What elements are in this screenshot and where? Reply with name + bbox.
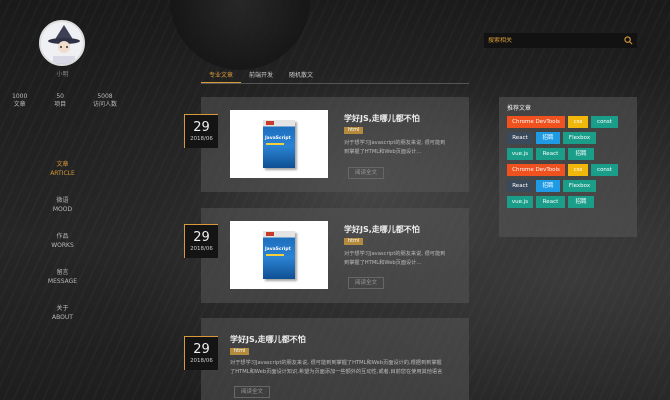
chip-row: Chrome DevTools css const [507, 116, 629, 128]
tab-professional[interactable]: 专业文章 [201, 70, 242, 83]
avatar-image [41, 22, 83, 64]
main-nav: 文章 ARTICLE 微语 MOOD 作品 WORKS 留言 MESSAGE 关… [0, 160, 125, 340]
tag-chip[interactable]: React [536, 148, 565, 160]
article-card[interactable]: 学好JS,走哪儿都不怕 html 对于想学习Javascript的朋友来说, 很… [201, 318, 469, 400]
chip-row: React 招聘 Flexbox [507, 180, 629, 192]
tag-chip[interactable]: 招聘 [536, 132, 560, 144]
article-excerpt: 对于想学习Javascript的朋友来说, 很可能到到掌握了HTML和Web页面… [344, 251, 446, 266]
article-title[interactable]: 学好JS,走哪儿都不怕 [344, 224, 420, 235]
search-box [484, 33, 637, 48]
tag-chip[interactable]: vue.js [507, 148, 533, 160]
date-year-month: 2018/06 [190, 136, 213, 142]
article-thumbnail[interactable]: JavaScript [230, 110, 328, 178]
stat-visitors: 5008 访问人数 [93, 93, 117, 109]
tag-chip[interactable]: css [568, 164, 588, 176]
article-excerpt: 对于想学习Javascript的朋友来说, 很可能到到掌握了HTML和Web页面… [344, 140, 446, 155]
stat-value: 50 [56, 93, 64, 100]
tag-chip[interactable]: Chrome DevTools [507, 116, 565, 128]
nav-item-about[interactable]: 关于 ABOUT [0, 304, 125, 340]
article-tag[interactable]: html [230, 348, 250, 355]
username: 小明 [56, 71, 69, 78]
article-tag[interactable]: html [344, 238, 364, 245]
date-day: 29 [193, 120, 210, 135]
article-card[interactable]: JavaScript 学好JS,走哪儿都不怕 html 对于想学习Javascr… [201, 208, 469, 303]
read-more-button[interactable]: 阅读全文 [348, 167, 384, 179]
recommended-chips: Chrome DevTools css const React 招聘 Flexbox vue… [507, 116, 629, 208]
article-tag[interactable]: html [344, 127, 364, 134]
nav-label-en: MOOD [52, 206, 73, 213]
nav-label-cn: 微语 [56, 197, 69, 204]
tag-chip[interactable]: React [507, 132, 533, 144]
article-thumbnail[interactable]: JavaScript [230, 221, 328, 289]
chip-row: React 招聘 Flexbox [507, 132, 629, 144]
tag-chip[interactable]: React [507, 180, 533, 192]
date-year-month: 2018/06 [190, 358, 213, 364]
chip-row: Chrome DevTools css const [507, 164, 629, 176]
nav-label-en: MESSAGE [47, 278, 78, 285]
book-cover-image: JavaScript [263, 120, 295, 168]
stat-articles: 1000 文章 [12, 93, 27, 109]
nav-label-cn: 作品 [56, 233, 69, 240]
tag-chip[interactable]: 招聘 [536, 180, 560, 192]
article-excerpt: 对于想学习Javascript的朋友来说, 很可能到到掌握了HTML和Web页面… [230, 360, 443, 375]
date-day: 29 [193, 342, 210, 357]
nav-label-en: ABOUT [52, 314, 73, 321]
nav-item-works[interactable]: 作品 WORKS [0, 232, 125, 268]
read-more-button[interactable]: 阅读全文 [348, 277, 384, 289]
recommended-panel: 推荐文章 Chrome DevTools css const React 招聘 Flexb… [499, 97, 637, 237]
tag-chip[interactable]: Flexbox [563, 180, 596, 192]
read-more-button[interactable]: 阅读全文 [234, 386, 270, 398]
tag-chip[interactable]: 招聘 [568, 148, 594, 160]
article-title[interactable]: 学好JS,走哪儿都不怕 [230, 334, 306, 345]
avatar[interactable] [39, 20, 85, 66]
date-badge: 29 2018/06 [184, 224, 218, 258]
article-title[interactable]: 学好JS,走哪儿都不怕 [344, 113, 420, 124]
sidebar: 小明 1000 文章 50 项目 5008 访问人数 文章 ARTICLE 微语… [0, 0, 125, 400]
nav-item-article[interactable]: 文章 ARTICLE [0, 160, 125, 196]
book-title: JavaScript [265, 136, 291, 141]
search-input[interactable] [488, 37, 624, 44]
tag-chip[interactable]: const [591, 116, 618, 128]
date-day: 29 [193, 230, 210, 245]
tag-chip[interactable]: 招聘 [568, 196, 594, 208]
profile-stats: 1000 文章 50 项目 5008 访问人数 [12, 93, 117, 109]
stat-value: 1000 [12, 93, 28, 100]
tag-chip[interactable]: const [591, 164, 618, 176]
book-title: JavaScript [265, 247, 291, 252]
tab-frontend[interactable]: 前端开发 [241, 70, 281, 83]
tag-chip[interactable]: vue.js [507, 196, 533, 208]
date-badge: 29 2018/06 [184, 114, 218, 148]
stat-value: 5008 [97, 93, 113, 100]
tab-essays[interactable]: 随机散文 [281, 70, 321, 83]
article-tabs: 专业文章 前端开发 随机散文 [201, 70, 469, 84]
search-icon[interactable] [624, 36, 633, 45]
article-card[interactable]: JavaScript 学好JS,走哪儿都不怕 html 对于想学习Javascr… [201, 97, 469, 192]
tag-chip[interactable]: React [536, 196, 565, 208]
recommended-title: 推荐文章 [507, 105, 532, 112]
tag-chip[interactable]: css [568, 116, 588, 128]
nav-label-cn: 留言 [56, 269, 69, 276]
chip-row: vue.js React 招聘 [507, 148, 629, 160]
stat-label: 文章 [13, 101, 26, 108]
nav-label-cn: 关于 [56, 305, 69, 312]
tag-chip[interactable]: Chrome DevTools [507, 164, 565, 176]
tag-chip[interactable]: Flexbox [563, 132, 596, 144]
book-cover-image: JavaScript [263, 231, 295, 279]
nav-item-mood[interactable]: 微语 MOOD [0, 196, 125, 232]
nav-label-cn: 文章 [56, 161, 69, 168]
nav-item-message[interactable]: 留言 MESSAGE [0, 268, 125, 304]
chip-row: vue.js React 招聘 [507, 196, 629, 208]
nav-label-en: WORKS [51, 242, 74, 249]
stat-projects: 50 项目 [54, 93, 66, 109]
date-year-month: 2018/06 [190, 246, 213, 252]
nav-label-en: ARTICLE [50, 170, 75, 177]
stat-label: 项目 [54, 101, 67, 108]
date-badge: 29 2018/06 [184, 336, 218, 370]
stat-label: 访问人数 [92, 101, 117, 108]
